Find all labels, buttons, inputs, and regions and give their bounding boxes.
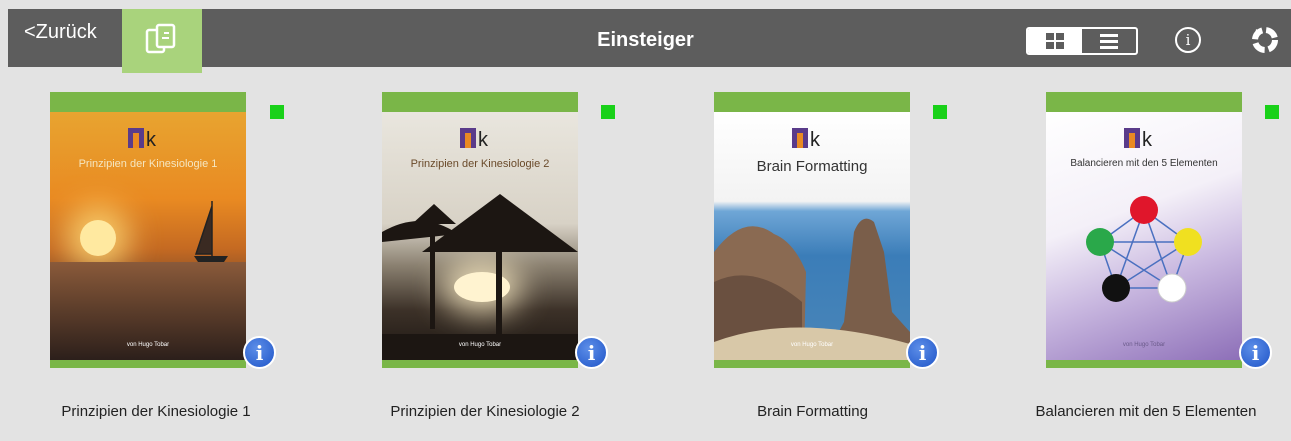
book-cover: k Prinzipien der Kinesiologie 1 von Hugo… (50, 112, 246, 360)
cover-title: Balancieren mit den 5 Elementen (1070, 158, 1218, 169)
cover-band (50, 92, 246, 112)
cover-author: von Hugo Tobar (458, 342, 502, 348)
cover-title: Brain Formatting (756, 158, 868, 175)
list-view-button[interactable] (1082, 29, 1136, 53)
book-card[interactable]: k Prinzipien der Kinesiologie 2 von Hugo… (382, 92, 578, 368)
svg-text:k: k (478, 129, 489, 151)
book-info-button[interactable]: i (243, 336, 276, 369)
status-marker (270, 105, 284, 119)
book-info-button[interactable]: i (906, 336, 939, 369)
svg-text:k: k (146, 129, 157, 151)
book-cover: k Balancieren mit den 5 Elementen von Hu… (1046, 112, 1242, 360)
book-info-button[interactable]: i (1239, 336, 1272, 369)
book-caption[interactable]: Brain Formatting (740, 403, 885, 420)
book-caption[interactable]: Prinzipien der Kinesiologie 2 (370, 403, 600, 420)
cover-author: von Hugo Tobar (1122, 342, 1166, 348)
book-cover: k Brain Formatting von Hugo Tobar (714, 112, 910, 360)
cover-title: Prinzipien der Kinesiologie 1 (78, 158, 218, 170)
grid-icon (1046, 33, 1064, 49)
cover-title: Prinzipien der Kinesiologie 2 (410, 158, 550, 170)
status-marker (933, 105, 947, 119)
book-cover: k Prinzipien der Kinesiologie 2 von Hugo… (382, 112, 578, 360)
book-card[interactable]: k Prinzipien der Kinesiologie 1 von Hugo… (50, 92, 246, 368)
sync-button[interactable] (1250, 25, 1280, 60)
status-marker (1265, 105, 1279, 119)
book-card[interactable]: k Balancieren mit den 5 Elementen von Hu… (1046, 92, 1242, 368)
info-button[interactable]: i (1175, 27, 1201, 53)
list-icon (1100, 34, 1118, 49)
cover-author: von Hugo Tobar (126, 342, 170, 348)
book-caption[interactable]: Balancieren mit den 5 Elementen (1020, 403, 1272, 420)
book-card[interactable]: k Brain Formatting von Hugo Tobar (714, 92, 910, 368)
book-info-button[interactable]: i (575, 336, 608, 369)
book-caption[interactable]: Prinzipien der Kinesiologie 1 (42, 403, 270, 420)
svg-text:k: k (810, 129, 821, 151)
svg-text:k: k (1142, 129, 1153, 151)
cover-author: von Hugo Tobar (790, 342, 834, 348)
grid-view-button[interactable] (1028, 29, 1082, 53)
view-toggle (1026, 27, 1138, 55)
status-marker (601, 105, 615, 119)
sync-icon (1252, 27, 1278, 53)
